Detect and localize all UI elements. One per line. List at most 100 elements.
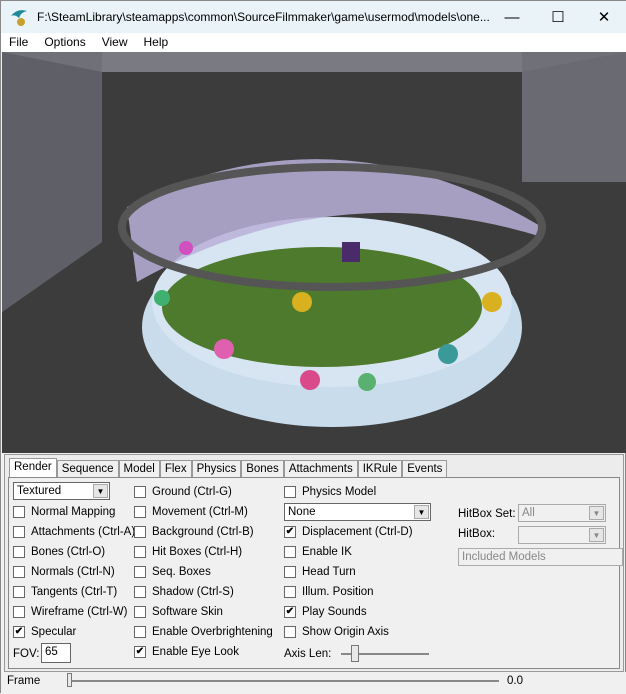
software-skin-checkbox[interactable]: Software Skin <box>134 606 223 618</box>
axis-len-slider[interactable] <box>341 645 429 662</box>
tangents-ctrl-t-checkbox[interactable]: Tangents (Ctrl-T) <box>13 586 117 598</box>
hitbox-label: HitBox: <box>458 528 496 540</box>
menu-view[interactable]: View <box>94 33 136 52</box>
frame-slider[interactable] <box>67 673 499 687</box>
seq-boxes-checkbox[interactable]: Seq. Boxes <box>134 566 211 578</box>
model-render <box>2 52 626 427</box>
hitbox-set-select[interactable]: All ▼ <box>518 504 606 522</box>
render-tab-content: Textured ▼ FOV: 65 Physics Model None ▼ Ax… <box>8 477 623 669</box>
hitbox-set-value: All <box>522 507 535 519</box>
chevron-down-icon: ▼ <box>589 506 604 520</box>
axis-len-label: Axis Len: <box>284 648 332 660</box>
checkmark-icon: ✔ <box>284 526 296 538</box>
checkbox-label: Bones (Ctrl-O) <box>31 546 106 558</box>
app-icon <box>11 10 27 26</box>
checkbox-label: Head Turn <box>302 566 356 578</box>
checkbox-box <box>284 486 296 498</box>
fov-input[interactable]: 65 <box>41 643 71 663</box>
checkbox-box <box>134 546 146 558</box>
checkbox-box <box>13 586 25 598</box>
checkbox-label: Hit Boxes (Ctrl-H) <box>152 546 243 558</box>
checkbox-label: Background (Ctrl-B) <box>152 526 254 538</box>
checkbox-label: Enable Overbrightening <box>152 626 273 638</box>
play-sounds-checkbox[interactable]: ✔ Play Sounds <box>284 606 367 618</box>
checkbox-box <box>13 526 25 538</box>
checkbox-label: Normals (Ctrl-N) <box>31 566 115 578</box>
checkmark-icon: ✔ <box>13 626 25 638</box>
checkbox-label: Show Origin Axis <box>302 626 389 638</box>
illum-position-checkbox[interactable]: Illum. Position <box>284 586 374 598</box>
checkbox-box <box>13 546 25 558</box>
frame-bar: Frame 0.0 <box>1 672 626 694</box>
checkbox-label: Enable IK <box>302 546 352 558</box>
window-title: F:\SteamLibrary\steamapps\common\SourceF… <box>37 10 490 24</box>
wireframe-ctrl-w-checkbox[interactable]: Wireframe (Ctrl-W) <box>13 606 127 618</box>
checkbox-box <box>13 506 25 518</box>
checkbox-box <box>284 626 296 638</box>
checkbox-box <box>284 586 296 598</box>
enable-ik-checkbox[interactable]: Enable IK <box>284 546 352 558</box>
shadow-ctrl-s-checkbox[interactable]: Shadow (Ctrl-S) <box>134 586 234 598</box>
enable-eye-look-checkbox[interactable]: ✔ Enable Eye Look <box>134 646 239 658</box>
close-button[interactable]: ✕ <box>581 1 626 33</box>
fov-label: FOV: <box>13 648 40 660</box>
included-models-field[interactable]: Included Models <box>458 548 623 566</box>
minimize-button[interactable]: — <box>489 1 535 33</box>
checkbox-label: Physics Model <box>302 486 377 498</box>
chevron-down-icon: ▼ <box>93 484 108 498</box>
menu-help[interactable]: Help <box>136 33 177 52</box>
chevron-down-icon: ▼ <box>414 505 429 519</box>
checkbox-box <box>134 606 146 618</box>
render-mode-select[interactable]: Textured ▼ <box>13 482 110 500</box>
slider-thumb[interactable] <box>67 673 72 687</box>
movement-ctrl-m-checkbox[interactable]: Movement (Ctrl-M) <box>134 506 248 518</box>
checkbox-label: Shadow (Ctrl-S) <box>152 586 234 598</box>
checkbox-box <box>134 526 146 538</box>
checkmark-icon: ✔ <box>284 606 296 618</box>
checkbox-label: Attachments (Ctrl-A) <box>31 526 136 538</box>
slider-thumb[interactable] <box>351 645 359 662</box>
checkbox-label: Displacement (Ctrl-D) <box>302 526 413 538</box>
hitbox-set-label: HitBox Set: <box>458 508 516 520</box>
frame-label: Frame <box>7 675 41 687</box>
chevron-down-icon: ▼ <box>589 528 604 542</box>
control-panel: Render Sequence Model Flex Physics Bones Attac… <box>4 454 624 672</box>
hit-boxes-ctrl-h-checkbox[interactable]: Hit Boxes (Ctrl-H) <box>134 546 242 558</box>
checkbox-box <box>284 546 296 558</box>
frame-value: 0.0 <box>507 675 523 687</box>
checkbox-box <box>13 566 25 578</box>
menu-bar: File Options View Help <box>1 33 626 52</box>
hitbox-select[interactable]: ▼ <box>518 526 606 544</box>
render-mode-value: Textured <box>17 485 62 497</box>
checkbox-box <box>284 566 296 578</box>
physics-select-value: None <box>288 506 316 518</box>
checkbox-label: Software Skin <box>152 606 223 618</box>
checkbox-label: Illum. Position <box>302 586 374 598</box>
menu-file[interactable]: File <box>1 33 36 52</box>
checkbox-label: Enable Eye Look <box>152 646 239 658</box>
checkbox-box <box>134 566 146 578</box>
head-turn-checkbox[interactable]: Head Turn <box>284 566 356 578</box>
3d-viewport[interactable] <box>2 52 626 453</box>
attachments-ctrl-a-checkbox[interactable]: Attachments (Ctrl-A) <box>13 526 135 538</box>
maximize-button[interactable]: ☐ <box>535 1 581 33</box>
show-origin-axis-checkbox[interactable]: Show Origin Axis <box>284 626 389 638</box>
displacement-ctrl-d-checkbox[interactable]: ✔ Displacement (Ctrl-D) <box>284 526 413 538</box>
checkbox-label: Wireframe (Ctrl-W) <box>31 606 128 618</box>
checkbox-label: Normal Mapping <box>31 506 116 518</box>
specular-checkbox[interactable]: ✔ Specular <box>13 626 76 638</box>
background-ctrl-b-checkbox[interactable]: Background (Ctrl-B) <box>134 526 254 538</box>
checkbox-box <box>134 586 146 598</box>
normal-mapping-checkbox[interactable]: Normal Mapping <box>13 506 115 518</box>
enable-overbrightening-checkbox[interactable]: Enable Overbrightening <box>134 626 273 638</box>
physics-model-checkbox[interactable]: Physics Model <box>284 486 376 498</box>
normals-ctrl-n-checkbox[interactable]: Normals (Ctrl-N) <box>13 566 115 578</box>
checkbox-box <box>13 606 25 618</box>
checkbox-label: Seq. Boxes <box>152 566 211 578</box>
physics-select[interactable]: None ▼ <box>284 503 431 521</box>
ground-ctrl-g-checkbox[interactable]: Ground (Ctrl-G) <box>134 486 232 498</box>
checkbox-label: Ground (Ctrl-G) <box>152 486 232 498</box>
checkbox-label: Movement (Ctrl-M) <box>152 506 248 518</box>
bones-ctrl-o-checkbox[interactable]: Bones (Ctrl-O) <box>13 546 105 558</box>
menu-options[interactable]: Options <box>36 33 93 52</box>
